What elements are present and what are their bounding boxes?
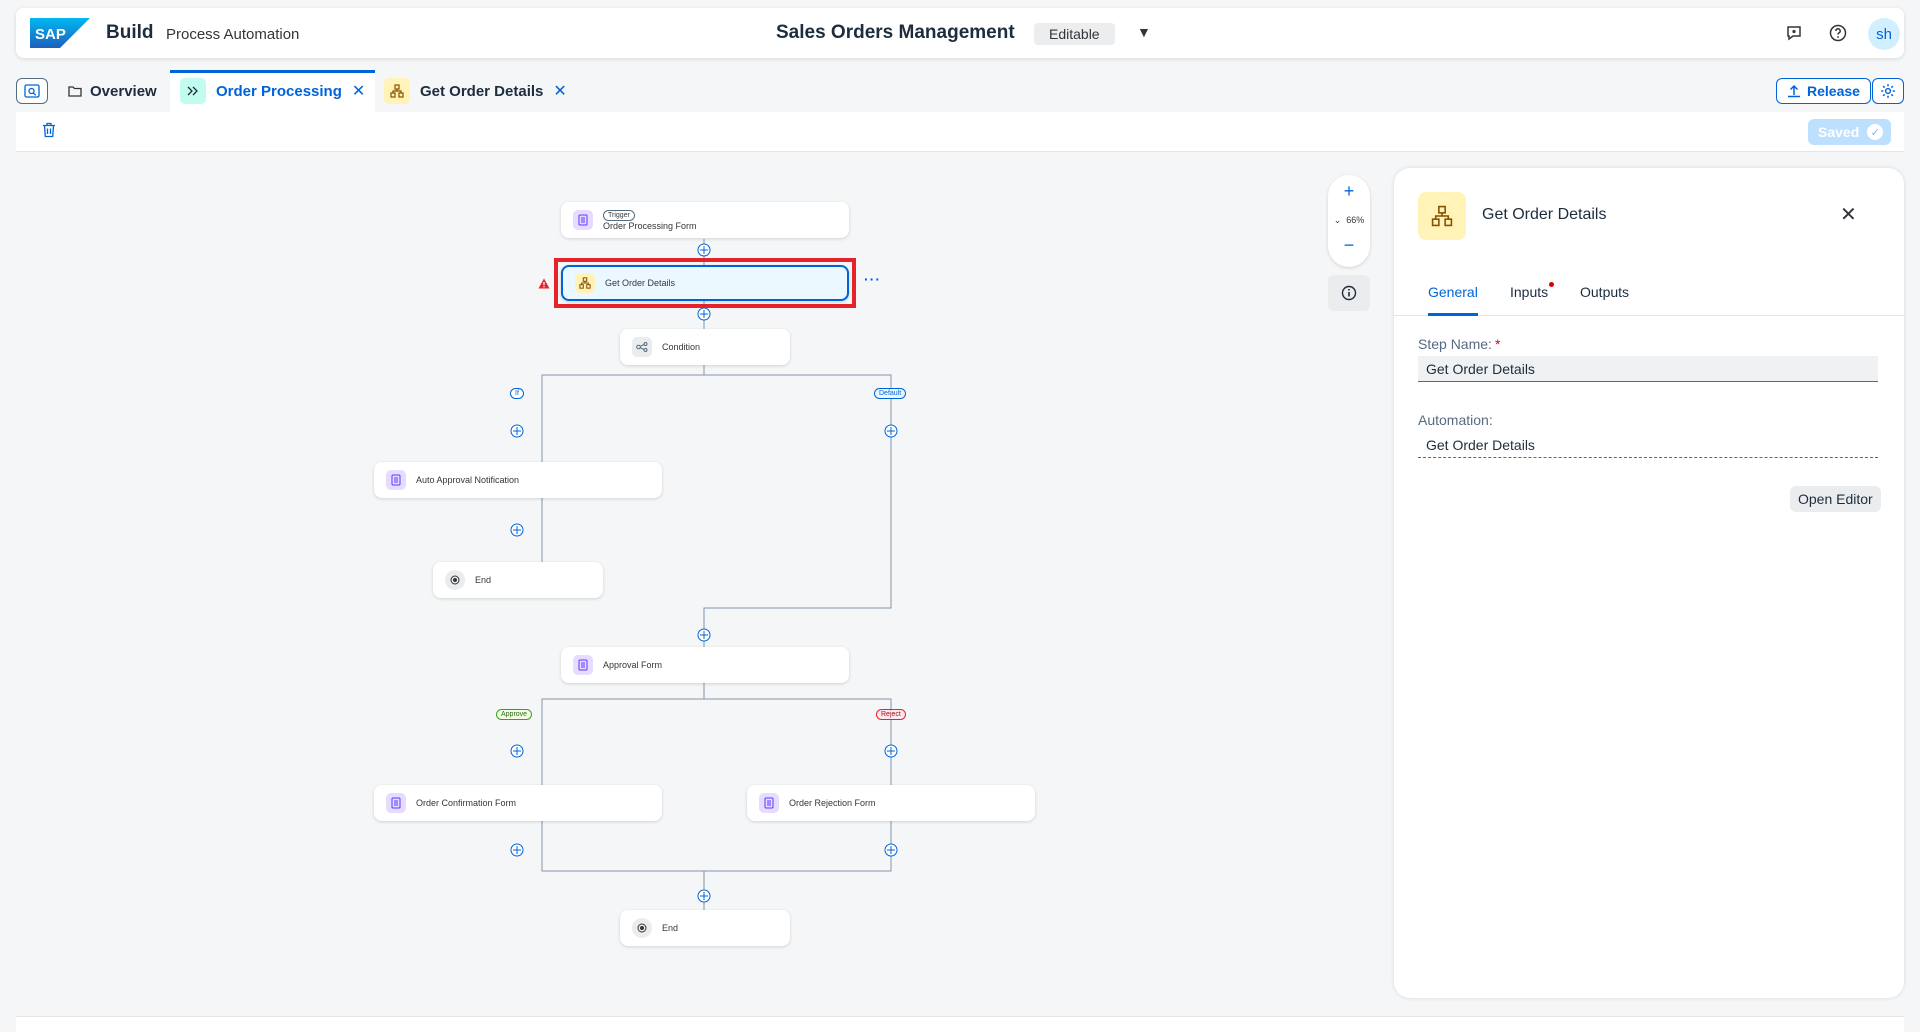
- zoom-level[interactable]: ⌄ 66%: [1328, 215, 1370, 226]
- close-icon[interactable]: ✕: [352, 81, 365, 101]
- zoom-in-icon[interactable]: +: [1328, 181, 1370, 202]
- upload-icon: [1787, 84, 1801, 98]
- order-confirmation-node[interactable]: Order Confirmation Form: [374, 785, 662, 821]
- tab-outputs[interactable]: Outputs: [1580, 284, 1629, 316]
- node-label: Order Confirmation Form: [416, 798, 517, 808]
- tab-get-order-details[interactable]: Get Order Details ✕: [384, 70, 567, 112]
- auto-approval-node[interactable]: Auto Approval Notification: [374, 462, 662, 498]
- saved-label: Saved: [1818, 124, 1860, 140]
- svg-text:SAP: SAP: [35, 26, 66, 43]
- tab-order-processing[interactable]: Order Processing ✕: [170, 70, 376, 112]
- condition-icon: [632, 337, 652, 357]
- close-icon[interactable]: ✕: [1840, 202, 1857, 227]
- panel-tabs: General Inputs Outputs: [1394, 276, 1904, 316]
- required-indicator: [1549, 282, 1555, 287]
- end-node-2[interactable]: End: [620, 910, 790, 946]
- open-editor-button[interactable]: Open Editor: [1790, 486, 1881, 512]
- tab-label: Get Order Details: [420, 82, 544, 100]
- shell-bar: SAP Build Process Automation Sales Order…: [16, 8, 1904, 58]
- user-avatar[interactable]: sh: [1868, 18, 1900, 50]
- gear-icon: [1881, 84, 1895, 98]
- branch-label-approve: Approve: [496, 709, 533, 720]
- form-icon: [573, 210, 593, 230]
- form-icon: [573, 655, 593, 675]
- check-icon: ✓: [1867, 124, 1884, 140]
- approval-form-node[interactable]: Approval Form: [561, 647, 849, 683]
- end-icon: [632, 918, 652, 938]
- end-icon: [445, 570, 465, 590]
- help-icon[interactable]: [1826, 21, 1850, 45]
- info-icon: [1341, 285, 1357, 301]
- step-name-input[interactable]: Get Order Details: [1418, 356, 1878, 382]
- tab-inputs[interactable]: Inputs: [1510, 282, 1555, 316]
- settings-button[interactable]: [1872, 78, 1904, 104]
- product-name: Process Automation: [166, 26, 300, 43]
- bottom-bar: [16, 1016, 1904, 1032]
- caret-down-icon[interactable]: ▼: [1137, 24, 1151, 40]
- trigger-node-text: Trigger Order Processing Form: [603, 209, 697, 232]
- required-star: *: [1494, 336, 1501, 352]
- trigger-node[interactable]: Trigger Order Processing Form: [561, 202, 849, 238]
- condition-node[interactable]: Condition: [620, 329, 790, 365]
- node-label: Get Order Details: [605, 278, 676, 288]
- branch-label-reject: Reject: [876, 709, 906, 720]
- status-badge: Editable: [1034, 23, 1115, 45]
- warning-icon[interactable]: [538, 276, 550, 294]
- release-label: Release: [1807, 83, 1860, 99]
- trigger-pill: Trigger: [603, 209, 635, 221]
- process-icon: [180, 78, 206, 104]
- get-order-details-node[interactable]: Get Order Details: [561, 265, 849, 301]
- search-icon[interactable]: [16, 78, 48, 104]
- folder-icon: [68, 85, 82, 97]
- automation-icon: [575, 273, 595, 293]
- zoom-value: 66%: [1346, 215, 1365, 225]
- sap-logo[interactable]: SAP: [30, 18, 90, 48]
- properties-panel: Get Order Details ✕ General Inputs Outpu…: [1394, 168, 1904, 998]
- info-button[interactable]: [1328, 275, 1370, 311]
- end-node-1[interactable]: End: [433, 562, 603, 598]
- tab-inputs-label: Inputs: [1510, 284, 1549, 300]
- form-icon: [386, 793, 406, 813]
- node-label: End: [662, 923, 679, 933]
- form-icon: [759, 793, 779, 813]
- panel-title: Get Order Details: [1482, 206, 1607, 223]
- automation-icon: [384, 78, 410, 104]
- node-label: Approval Form: [603, 660, 663, 670]
- order-rejection-node[interactable]: Order Rejection Form: [747, 785, 1035, 821]
- tab-overview[interactable]: Overview: [68, 70, 157, 112]
- step-name-label-text: Step Name:: [1418, 336, 1492, 352]
- project-title: Sales Orders Management: [776, 22, 1015, 43]
- tab-general[interactable]: General: [1428, 284, 1478, 316]
- automation-icon: [1418, 192, 1466, 240]
- automation-link[interactable]: Get Order Details: [1418, 432, 1878, 458]
- more-options-icon[interactable]: ···: [864, 271, 881, 287]
- editor-toolbar: Saved ✓: [16, 112, 1904, 152]
- close-icon[interactable]: ✕: [553, 81, 566, 101]
- zoom-out-icon[interactable]: −: [1328, 235, 1370, 256]
- branch-label-if: If: [510, 388, 524, 399]
- node-label: Auto Approval Notification: [416, 475, 520, 485]
- automation-label: Automation:: [1418, 412, 1493, 428]
- tab-label: Order Processing: [216, 82, 342, 100]
- release-button[interactable]: Release: [1776, 78, 1871, 104]
- zoom-controls: + ⌄ 66% −: [1328, 175, 1370, 267]
- brand-name: Build: [106, 22, 154, 43]
- node-label: Order Processing Form: [603, 220, 697, 231]
- node-label: End: [475, 575, 492, 585]
- node-label: Order Rejection Form: [789, 798, 876, 808]
- saved-button: Saved ✓: [1808, 119, 1892, 145]
- form-icon: [386, 470, 406, 490]
- step-name-label: Step Name: *: [1418, 336, 1500, 352]
- branch-label-default: Default: [874, 388, 907, 399]
- tab-bar: Overview Order Processing ✕ Get Order De…: [16, 70, 1904, 112]
- feedback-icon[interactable]: [1782, 21, 1806, 45]
- tab-label: Overview: [90, 82, 157, 100]
- node-label: Condition: [662, 342, 701, 352]
- delete-icon[interactable]: [42, 122, 56, 143]
